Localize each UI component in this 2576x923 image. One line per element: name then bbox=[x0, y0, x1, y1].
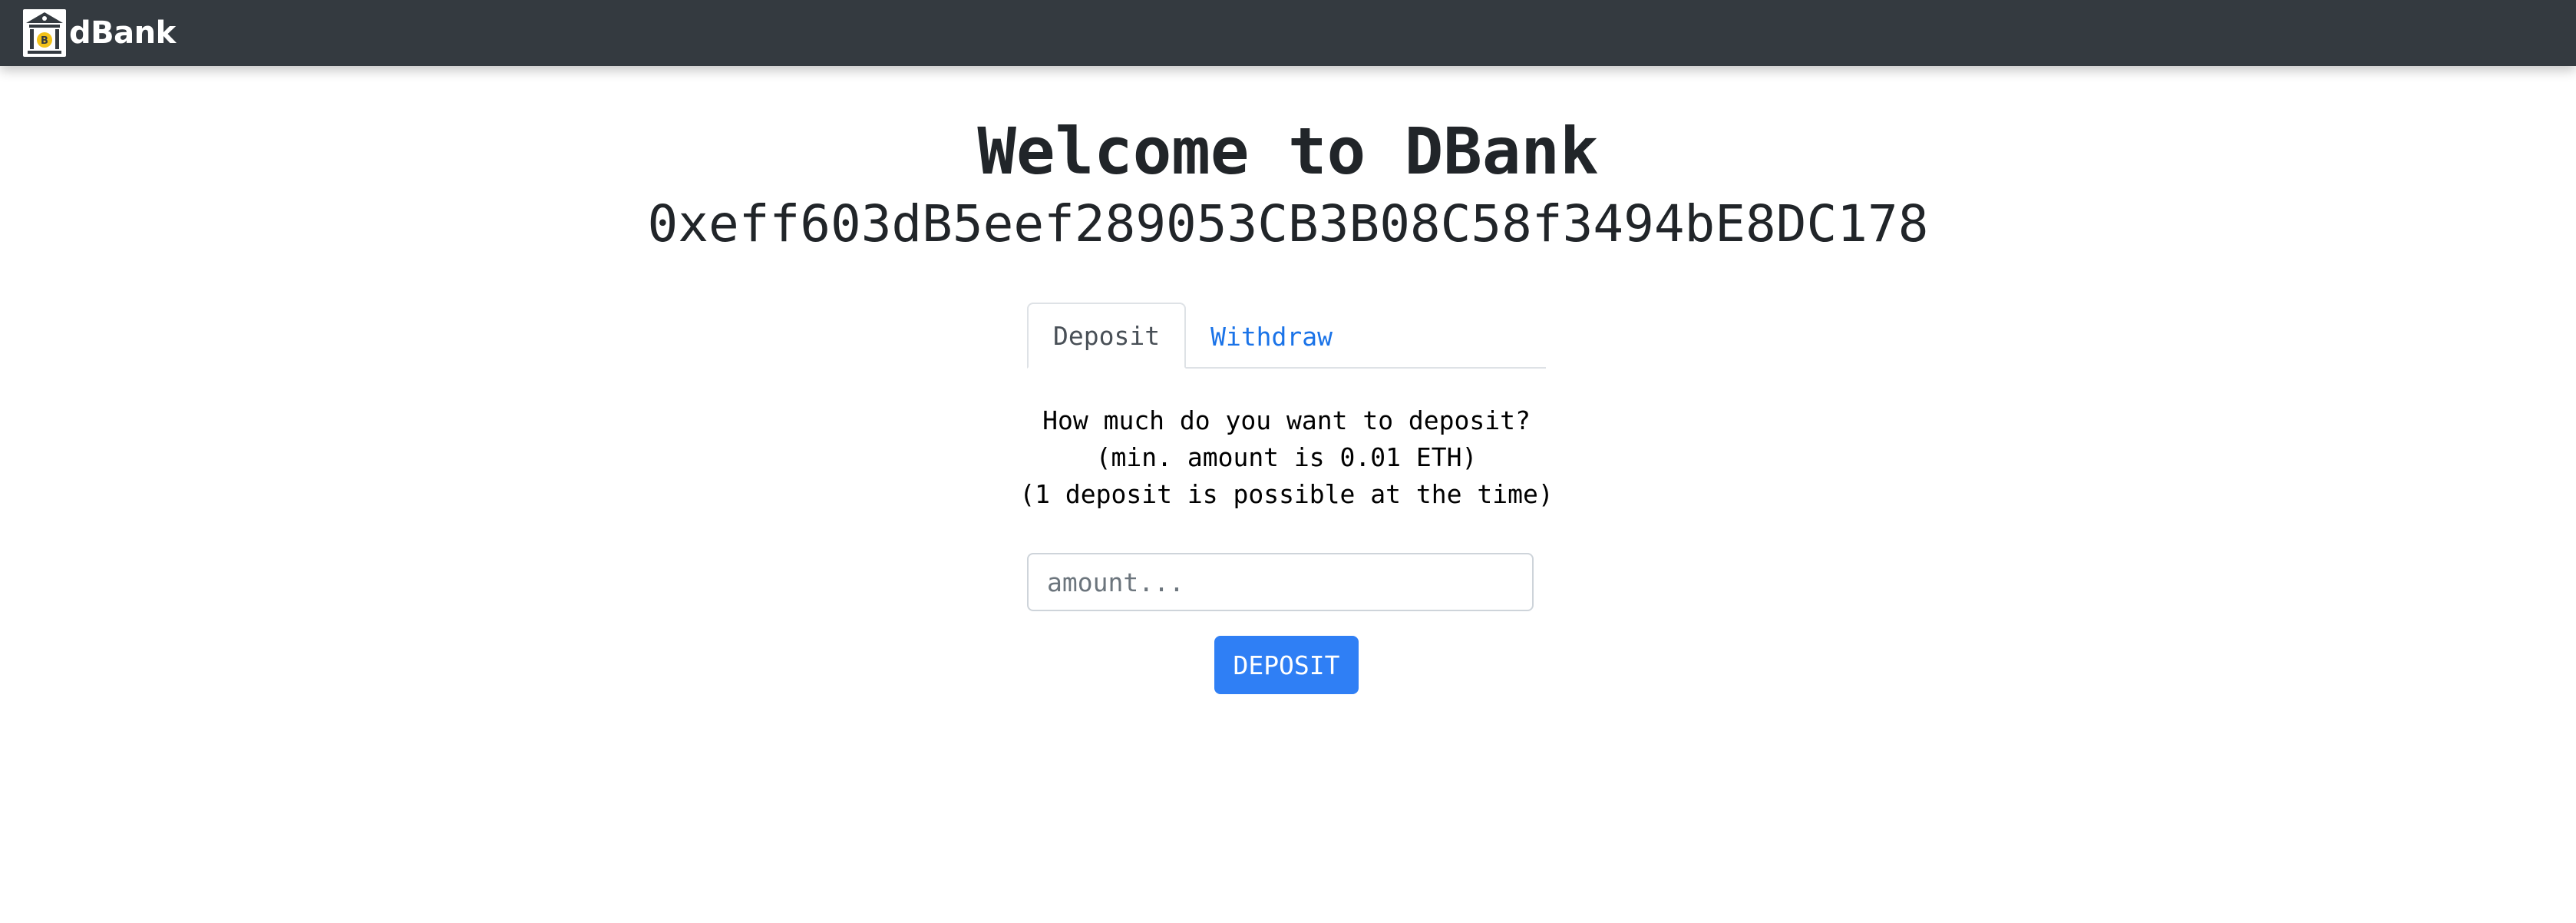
deposit-button[interactable]: DEPOSIT bbox=[1214, 636, 1359, 694]
svg-text:B: B bbox=[41, 35, 48, 47]
deposit-withdraw-tabs: Deposit Withdraw bbox=[1027, 303, 1546, 369]
page-title: Welcome to DBank bbox=[977, 114, 1599, 189]
amount-input[interactable] bbox=[1027, 553, 1534, 611]
brand-link[interactable]: B dBank bbox=[21, 6, 176, 60]
brand-name: dBank bbox=[69, 15, 176, 51]
deposit-limit-note: (1 deposit is possible at the time) bbox=[1019, 479, 1554, 509]
deposit-instructions: How much do you want to deposit? (min. a… bbox=[950, 402, 1623, 513]
tab-withdraw[interactable]: Withdraw bbox=[1186, 304, 1357, 369]
bank-building-bitcoin-icon: B bbox=[23, 9, 66, 57]
top-navbar: B dBank bbox=[0, 0, 2576, 66]
wallet-address: 0xeff603dB5eef289053CB3B08C58f3494bE8DC1… bbox=[647, 194, 1929, 253]
min-amount-note: (min. amount is 0.01 ETH) bbox=[1095, 442, 1478, 472]
tab-deposit[interactable]: Deposit bbox=[1027, 303, 1187, 369]
deposit-prompt-line: How much do you want to deposit? bbox=[1042, 405, 1531, 435]
